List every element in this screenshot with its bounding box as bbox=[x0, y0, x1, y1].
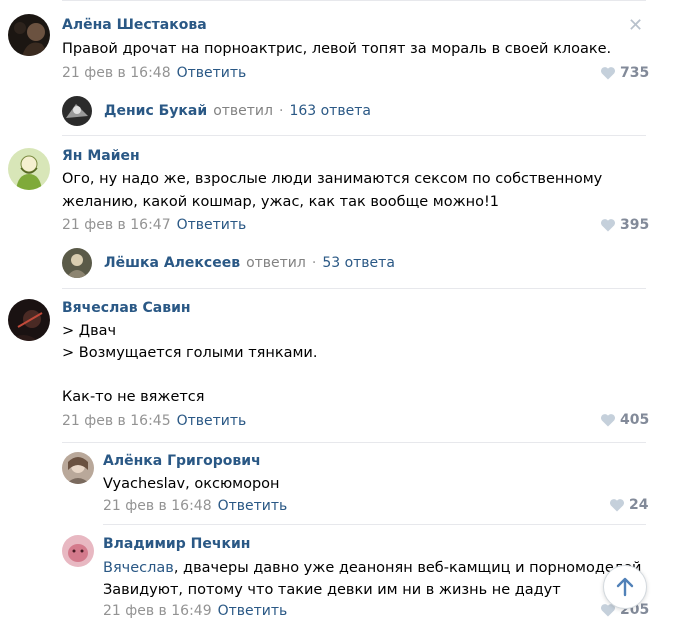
reply-verb: ответил bbox=[213, 103, 273, 119]
avatar[interactable] bbox=[62, 452, 94, 484]
separator: · bbox=[311, 255, 317, 271]
like-count: 24 bbox=[629, 497, 649, 513]
like-button[interactable]: 24 bbox=[609, 497, 648, 513]
comment-meta: 21 фев в 16:48 Ответить bbox=[103, 498, 287, 514]
avatar[interactable] bbox=[8, 148, 50, 190]
comment-author[interactable]: Ян Майен bbox=[62, 148, 140, 164]
avatar[interactable] bbox=[8, 299, 50, 341]
heart-icon bbox=[600, 67, 616, 80]
avatar bbox=[62, 96, 92, 126]
comment-date[interactable]: 21 фев в 16:49 bbox=[103, 603, 212, 619]
like-count: 735 bbox=[620, 65, 650, 81]
heart-icon bbox=[600, 414, 616, 427]
divider bbox=[62, 442, 646, 443]
comment-author[interactable]: Алёна Шестакова bbox=[62, 17, 207, 33]
comment-author[interactable]: Алёнка Григорович bbox=[103, 453, 261, 469]
comment-meta: 21 фев в 16:45 Ответить bbox=[62, 413, 246, 429]
replies-summary[interactable]: Денис Букай ответил · 163 ответа bbox=[62, 96, 371, 126]
comment-text-line: Ого, ну надо же, взрослые люди занимаютс… bbox=[62, 171, 603, 187]
avatar bbox=[62, 248, 92, 278]
heart-icon bbox=[600, 219, 616, 232]
comment-text-line: желанию, какой кошмар, ужас, как так воо… bbox=[62, 194, 500, 210]
divider bbox=[103, 524, 646, 525]
scroll-up-button[interactable] bbox=[603, 565, 647, 609]
comment-text-line: > Двач bbox=[62, 323, 117, 339]
reply-author[interactable]: Денис Букай bbox=[104, 103, 207, 119]
replies-count[interactable]: 163 ответа bbox=[289, 103, 371, 119]
comment-meta: 21 фев в 16:49 Ответить bbox=[103, 603, 287, 619]
comment-date[interactable]: 21 фев в 16:48 bbox=[62, 65, 171, 81]
reply-verb: ответил bbox=[246, 255, 306, 271]
comment-text-line: Завидуют, потому что такие девки им ни в… bbox=[103, 582, 561, 598]
comment-author[interactable]: Владимир Печкин bbox=[103, 536, 250, 552]
divider bbox=[62, 135, 646, 136]
like-count: 405 bbox=[620, 412, 650, 428]
top-divider bbox=[62, 0, 646, 1]
comment-author[interactable]: Вячеслав Савин bbox=[62, 300, 191, 316]
avatar[interactable] bbox=[62, 535, 94, 567]
heart-icon bbox=[609, 499, 625, 512]
like-count: 395 bbox=[620, 217, 650, 233]
like-button[interactable]: 735 bbox=[600, 65, 649, 81]
comment-text: Vyacheslav, оксюморон bbox=[103, 476, 280, 492]
close-icon[interactable]: ✕ bbox=[628, 15, 643, 36]
avatar[interactable] bbox=[8, 14, 50, 56]
mention-link[interactable]: Вячеслав bbox=[103, 560, 174, 576]
comment-text: Правой дрочат на порноактрис, левой топя… bbox=[62, 41, 612, 57]
separator: · bbox=[278, 103, 284, 119]
divider bbox=[62, 288, 646, 289]
reply-author[interactable]: Лёшка Алексеев bbox=[104, 255, 240, 271]
reply-button[interactable]: Ответить bbox=[177, 413, 247, 429]
replies-summary[interactable]: Лёшка Алексеев ответил · 53 ответа bbox=[62, 248, 395, 278]
comment-text-line: > Возмущается голыми тянками. bbox=[62, 345, 318, 361]
comment-text-rest: , двачеры давно уже деанонян веб-камщиц … bbox=[173, 560, 642, 576]
comment-meta: 21 фев в 16:48 Ответить bbox=[62, 65, 246, 81]
replies-count[interactable]: 53 ответа bbox=[322, 255, 395, 271]
reply-button[interactable]: Ответить bbox=[218, 498, 288, 514]
arrow-up-icon bbox=[616, 577, 634, 597]
comment-text-line: Вячеслав, двачеры давно уже деанонян веб… bbox=[103, 557, 641, 579]
reply-button[interactable]: Ответить bbox=[177, 217, 247, 233]
like-button[interactable]: 405 bbox=[600, 412, 649, 428]
reply-button[interactable]: Ответить bbox=[218, 603, 288, 619]
reply-button[interactable]: Ответить bbox=[177, 65, 247, 81]
comment-text-line: Как-то не вяжется bbox=[62, 389, 205, 405]
comment-date[interactable]: 21 фев в 16:47 bbox=[62, 217, 171, 233]
like-button[interactable]: 395 bbox=[600, 217, 649, 233]
comment-date[interactable]: 21 фев в 16:45 bbox=[62, 413, 171, 429]
comment-meta: 21 фев в 16:47 Ответить bbox=[62, 217, 246, 233]
comment-date[interactable]: 21 фев в 16:48 bbox=[103, 498, 212, 514]
